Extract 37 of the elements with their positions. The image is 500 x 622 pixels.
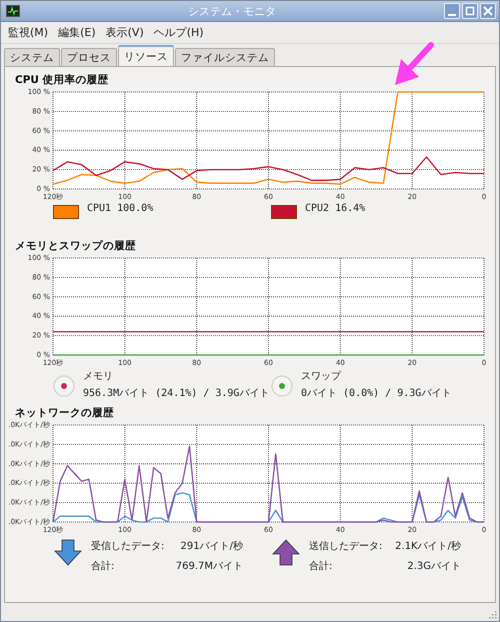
resize-grip-icon bbox=[487, 609, 497, 619]
tab[interactable]: システム bbox=[4, 48, 60, 66]
total-value: 769.7Mバイト bbox=[174, 560, 243, 573]
section-title: ネットワークの履歴 bbox=[14, 406, 115, 420]
usage-text: 956.3Mバイト (24.1%) / 3.9Gバイト bbox=[83, 387, 270, 400]
menu-item[interactable]: 監視(M) bbox=[8, 25, 48, 40]
rate-value: 291バイト/秒 bbox=[180, 540, 243, 553]
total-value: 2.3Gバイト bbox=[406, 560, 461, 573]
window-title: システム・モニタ bbox=[187, 4, 277, 18]
legend-label: 合計: bbox=[309, 560, 334, 573]
menu-item[interactable]: 表示(V) bbox=[106, 25, 144, 40]
menu-item[interactable]: 編集(E) bbox=[58, 25, 96, 40]
tab[interactable]: リソース bbox=[118, 45, 174, 66]
rate-value: 2.1Kバイト/秒 bbox=[394, 540, 461, 553]
menu-item[interactable]: ヘルプ(H) bbox=[154, 25, 204, 40]
minimize-icon bbox=[448, 14, 456, 16]
legend-label: スワップ bbox=[301, 370, 342, 383]
legend-label: 受信したデータ: bbox=[91, 540, 166, 553]
legend-label: メモリ bbox=[83, 370, 114, 383]
section-title: メモリとスワップの履歴 bbox=[14, 239, 137, 253]
color-picker-icon bbox=[53, 375, 75, 397]
minimize-button[interactable] bbox=[444, 3, 460, 19]
maximize-button[interactable] bbox=[462, 3, 478, 19]
close-button[interactable] bbox=[480, 3, 496, 19]
maximize-icon bbox=[465, 6, 475, 16]
legend-label: CPU1 100.0% bbox=[87, 203, 154, 214]
legend-label: 合計: bbox=[91, 560, 116, 573]
legend-label: CPU2 16.4% bbox=[305, 203, 366, 214]
tab[interactable]: プロセス bbox=[61, 48, 117, 66]
legend-label: 送信したデータ: bbox=[309, 540, 384, 553]
color-picker-icon bbox=[271, 375, 293, 397]
section-title: CPU 使用率の履歴 bbox=[14, 73, 110, 87]
usage-text: 0バイト (0.0%) / 9.3Gバイト bbox=[301, 387, 452, 400]
monitor-icon bbox=[6, 5, 20, 17]
tab[interactable]: ファイルシステム bbox=[175, 48, 275, 66]
pointer-arrow-icon bbox=[393, 41, 437, 87]
close-icon bbox=[483, 6, 493, 16]
